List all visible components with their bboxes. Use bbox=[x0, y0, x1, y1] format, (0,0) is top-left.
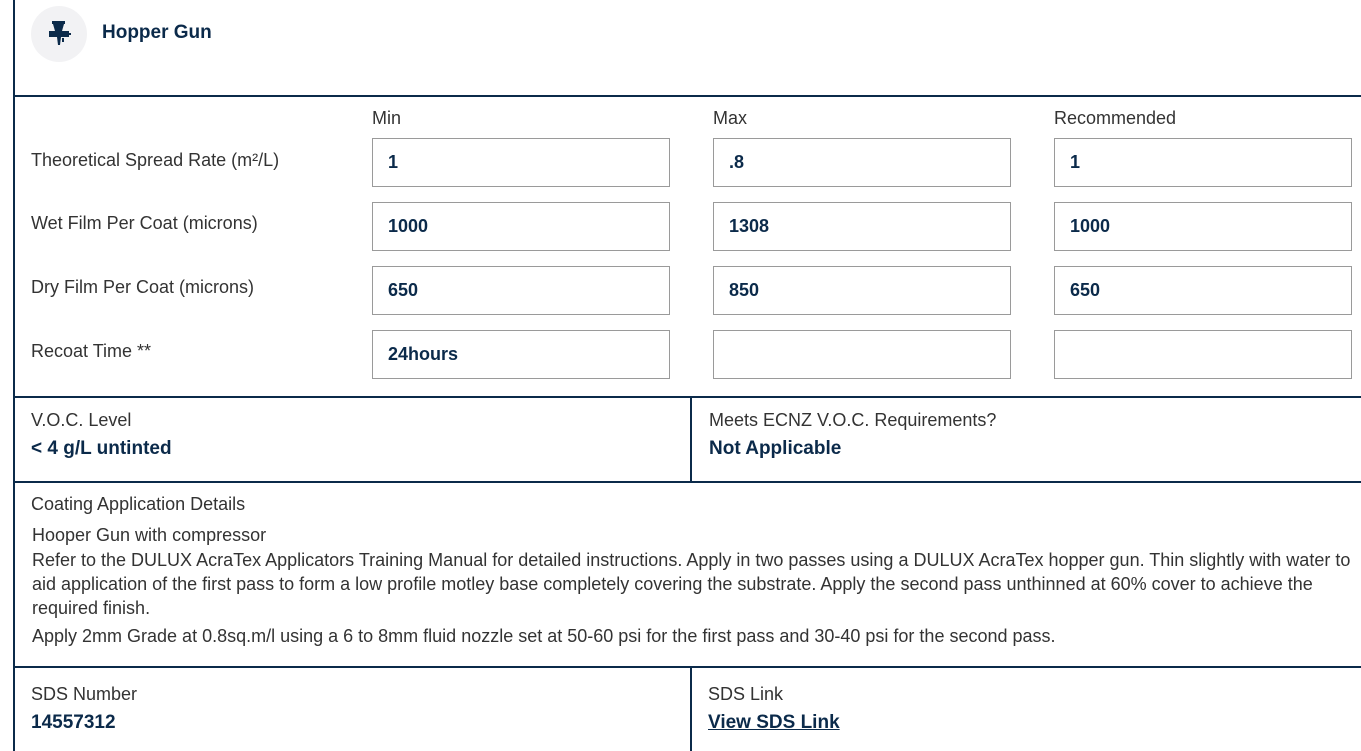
coating-method: Hooper Gun with compressor bbox=[32, 525, 267, 545]
spread-rate-max-field[interactable]: .8 bbox=[713, 138, 1011, 187]
row-label-wet-film: Wet Film Per Coat (microns) bbox=[31, 213, 258, 233]
dry-film-min-field[interactable]: 650 bbox=[372, 266, 670, 315]
ecnz-label: Meets ECNZ V.O.C. Requirements? bbox=[709, 410, 997, 430]
view-sds-link[interactable]: View SDS Link bbox=[708, 712, 840, 734]
spread-rate-min-field[interactable]: 1 bbox=[372, 138, 670, 187]
divider bbox=[13, 666, 1361, 668]
recoat-time-recommended-field[interactable] bbox=[1054, 330, 1352, 379]
column-divider bbox=[690, 396, 692, 482]
divider bbox=[13, 481, 1361, 483]
col-header-max: Max bbox=[713, 108, 748, 128]
recoat-time-min-field[interactable]: 24hours bbox=[372, 330, 670, 379]
row-label-dry-film: Dry Film Per Coat (microns) bbox=[31, 277, 255, 297]
voc-level-label: V.O.C. Level bbox=[31, 410, 132, 430]
spread-rate-recommended-field[interactable]: 1 bbox=[1054, 138, 1352, 187]
wet-film-recommended-field[interactable]: 1000 bbox=[1054, 202, 1352, 251]
voc-level-value: < 4 g/L untinted bbox=[31, 438, 172, 459]
page-title: Hopper Gun bbox=[102, 22, 212, 43]
sds-number-label: SDS Number bbox=[31, 684, 138, 704]
sds-number-value: 14557312 bbox=[31, 712, 116, 733]
sds-link-label: SDS Link bbox=[708, 684, 784, 704]
coating-instructions: Refer to the DULUX AcraTex Applicators T… bbox=[32, 550, 1351, 618]
dry-film-recommended-field[interactable]: 650 bbox=[1054, 266, 1352, 315]
section-header: Hopper Gun bbox=[15, 0, 1361, 96]
recoat-time-max-field[interactable] bbox=[713, 330, 1011, 379]
coating-grade-details: Apply 2mm Grade at 0.8sq.m/l using a 6 t… bbox=[32, 626, 1056, 646]
col-header-recommended: Recommended bbox=[1054, 108, 1177, 128]
spray-gun-icon bbox=[31, 6, 87, 62]
dry-film-max-field[interactable]: 850 bbox=[713, 266, 1011, 315]
divider bbox=[13, 95, 1361, 97]
wet-film-min-field[interactable]: 1000 bbox=[372, 202, 670, 251]
coating-details-label: Coating Application Details bbox=[31, 494, 246, 514]
column-divider bbox=[690, 666, 692, 751]
wet-film-max-field[interactable]: 1308 bbox=[713, 202, 1011, 251]
row-label-recoat-time: Recoat Time ** bbox=[31, 341, 152, 361]
ecnz-value: Not Applicable bbox=[709, 438, 842, 459]
divider bbox=[13, 396, 1361, 398]
col-header-min: Min bbox=[372, 108, 402, 128]
left-border bbox=[13, 0, 15, 751]
row-label-spread-rate: Theoretical Spread Rate (m²/L) bbox=[31, 150, 280, 170]
